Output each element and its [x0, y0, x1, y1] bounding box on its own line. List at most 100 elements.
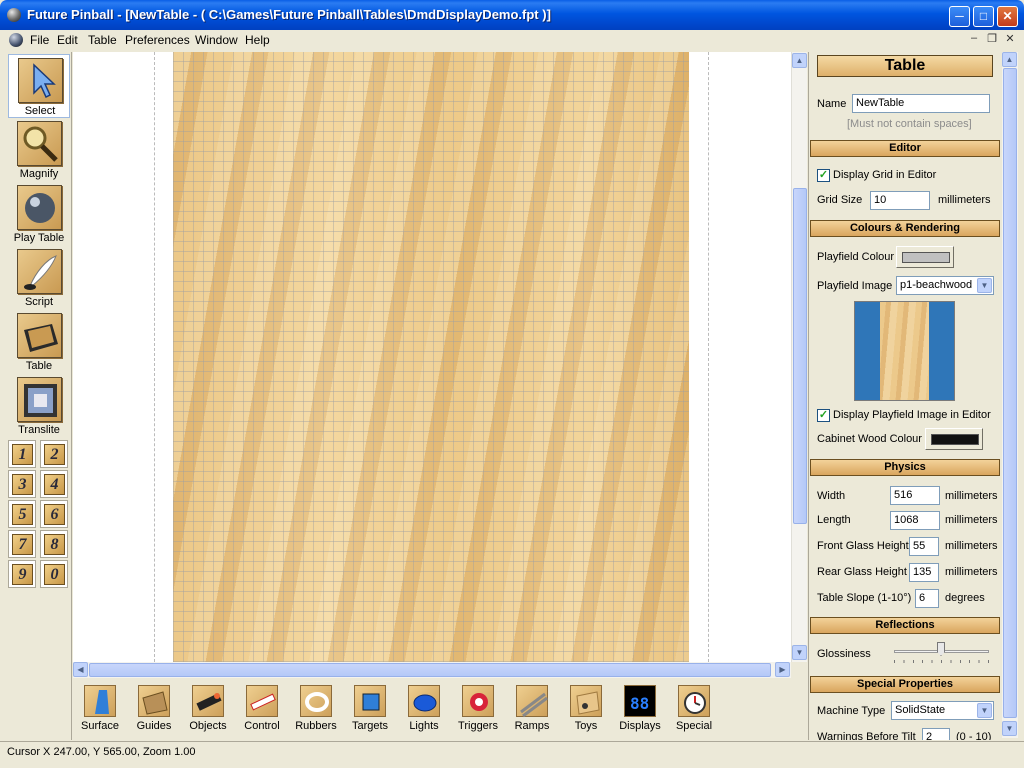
front-glass-field[interactable]: 55: [909, 537, 939, 556]
name-field[interactable]: NewTable: [852, 94, 990, 113]
length-field[interactable]: 1068: [890, 511, 940, 530]
maximize-button[interactable]: □: [973, 6, 994, 27]
display-playfield-checkbox[interactable]: ✓: [817, 409, 830, 422]
rubbers-icon: [300, 685, 332, 717]
props-scroll-down-icon[interactable]: ▼: [1002, 721, 1017, 736]
scroll-up-arrow-icon[interactable]: ▲: [792, 53, 807, 68]
props-scroll-up-icon[interactable]: ▲: [1002, 52, 1017, 67]
length-label: Length: [817, 514, 851, 526]
menu-file[interactable]: File: [30, 33, 49, 47]
section-reflections[interactable]: Reflections: [810, 617, 1000, 634]
table-editor-canvas[interactable]: [73, 52, 791, 662]
num-button-6[interactable]: 6: [40, 500, 68, 528]
section-colours-rendering[interactable]: Colours & Rendering: [810, 220, 1000, 237]
left-toolbar: Select Magnify Play Table Script Table T…: [6, 52, 72, 740]
menu-preferences[interactable]: Preferences: [125, 33, 190, 47]
playfield-image-select[interactable]: p1-beachwood ▼: [896, 276, 994, 295]
scroll-left-arrow-icon[interactable]: ◀: [73, 662, 88, 677]
num-button-1[interactable]: 1: [8, 440, 36, 468]
num-button-2[interactable]: 2: [40, 440, 68, 468]
num-button-0[interactable]: 0: [40, 560, 68, 588]
chevron-down-icon[interactable]: ▼: [977, 278, 992, 293]
glossiness-slider-thumb[interactable]: [937, 642, 945, 656]
tool-script[interactable]: Script: [8, 246, 70, 310]
vertical-scroll-thumb[interactable]: [793, 188, 807, 524]
tool-script-label: Script: [24, 296, 54, 308]
tool-lights-label: Lights: [409, 720, 439, 732]
chevron-down-icon[interactable]: ▼: [977, 703, 992, 718]
glossiness-slider-ticks: [894, 660, 989, 663]
svg-text:88: 88: [630, 694, 649, 713]
rear-glass-field[interactable]: 135: [909, 563, 939, 582]
num-button-9[interactable]: 9: [8, 560, 36, 588]
magnifier-icon: [17, 121, 62, 166]
tool-magnify[interactable]: Magnify: [8, 118, 70, 182]
grid-size-field[interactable]: 10: [870, 191, 930, 210]
tool-translite[interactable]: Translite: [8, 374, 70, 438]
tool-ramps-label: Ramps: [514, 720, 550, 732]
editor-vertical-scrollbar[interactable]: ▲ ▼: [791, 52, 807, 662]
front-glass-unit: millimeters: [945, 540, 998, 552]
tool-table[interactable]: Table: [8, 310, 70, 374]
display-grid-label: Display Grid in Editor: [833, 169, 937, 181]
display-grid-checkbox[interactable]: ✓: [817, 169, 830, 182]
cabinet-colour-swatch: [931, 434, 979, 445]
front-glass-label: Front Glass Height: [817, 540, 909, 552]
horizontal-scroll-thumb[interactable]: [89, 663, 771, 677]
mdi-close-button[interactable]: ✕: [1002, 32, 1018, 47]
cursor-arrow-icon: [18, 58, 63, 103]
mdi-minimize-button[interactable]: –: [966, 32, 982, 47]
num-button-3[interactable]: 3: [8, 470, 36, 498]
num-button-5[interactable]: 5: [8, 500, 36, 528]
grid-size-unit: millimeters: [938, 194, 991, 206]
minimize-button[interactable]: ─: [949, 6, 970, 27]
scroll-right-arrow-icon[interactable]: ▶: [775, 662, 790, 677]
tool-special-label: Special: [675, 720, 713, 732]
app-ball-icon[interactable]: [7, 8, 21, 22]
tool-select[interactable]: Select: [8, 54, 70, 118]
tool-translite-label: Translite: [18, 424, 60, 436]
tool-control-label: Control: [244, 720, 280, 732]
menu-table[interactable]: Table: [88, 33, 117, 47]
translite-icon: [17, 377, 62, 422]
lights-icon: [408, 685, 440, 717]
section-editor[interactable]: Editor: [810, 140, 1000, 157]
guides-icon: [138, 685, 170, 717]
playfield-colour-button[interactable]: [896, 246, 954, 268]
close-button[interactable]: ✕: [997, 6, 1018, 27]
mdi-restore-button[interactable]: ❐: [984, 32, 1000, 47]
section-special-properties[interactable]: Special Properties: [810, 676, 1000, 693]
warnings-range: (0 - 10): [956, 731, 992, 740]
width-field[interactable]: 516: [890, 486, 940, 505]
toys-icon: [570, 685, 602, 717]
playfield-image-preview: [854, 301, 955, 401]
properties-scroll-thumb[interactable]: [1003, 68, 1017, 718]
object-toolbar: Surface Guides Objects Control Rubbers T…: [73, 678, 807, 740]
num-button-7[interactable]: 7: [8, 530, 36, 558]
playfield-colour-swatch: [902, 252, 950, 263]
properties-scrollbar[interactable]: ▲ ▼: [1002, 52, 1018, 738]
editor-horizontal-scrollbar[interactable]: ◀ ▶: [73, 662, 791, 678]
tool-surface-label: Surface: [81, 720, 119, 732]
menu-edit[interactable]: Edit: [57, 33, 78, 47]
cabinet-guide-left: [154, 52, 155, 662]
table-slope-field[interactable]: 6: [915, 589, 939, 608]
menu-help[interactable]: Help: [245, 33, 270, 47]
tool-select-label: Select: [24, 105, 56, 117]
section-physics[interactable]: Physics: [810, 459, 1000, 476]
playfield[interactable]: [173, 52, 689, 662]
num-button-4[interactable]: 4: [40, 470, 68, 498]
menu-window[interactable]: Window: [195, 33, 238, 47]
warnings-field[interactable]: 2: [922, 728, 950, 740]
title-bar[interactable]: Future Pinball - [NewTable - ( C:\Games\…: [0, 0, 1024, 30]
triggers-icon: [462, 685, 494, 717]
name-hint: [Must not contain spaces]: [847, 118, 972, 130]
tool-play-table[interactable]: Play Table: [8, 182, 70, 246]
num-button-8[interactable]: 8: [40, 530, 68, 558]
scroll-down-arrow-icon[interactable]: ▼: [792, 645, 807, 660]
warnings-before-tilt-label: Warnings Before Tilt: [817, 731, 916, 740]
machine-type-select[interactable]: SolidState ▼: [891, 701, 994, 720]
document-ball-icon[interactable]: [9, 33, 23, 47]
cabinet-colour-button[interactable]: [925, 428, 983, 450]
tool-magnify-label: Magnify: [19, 168, 59, 180]
